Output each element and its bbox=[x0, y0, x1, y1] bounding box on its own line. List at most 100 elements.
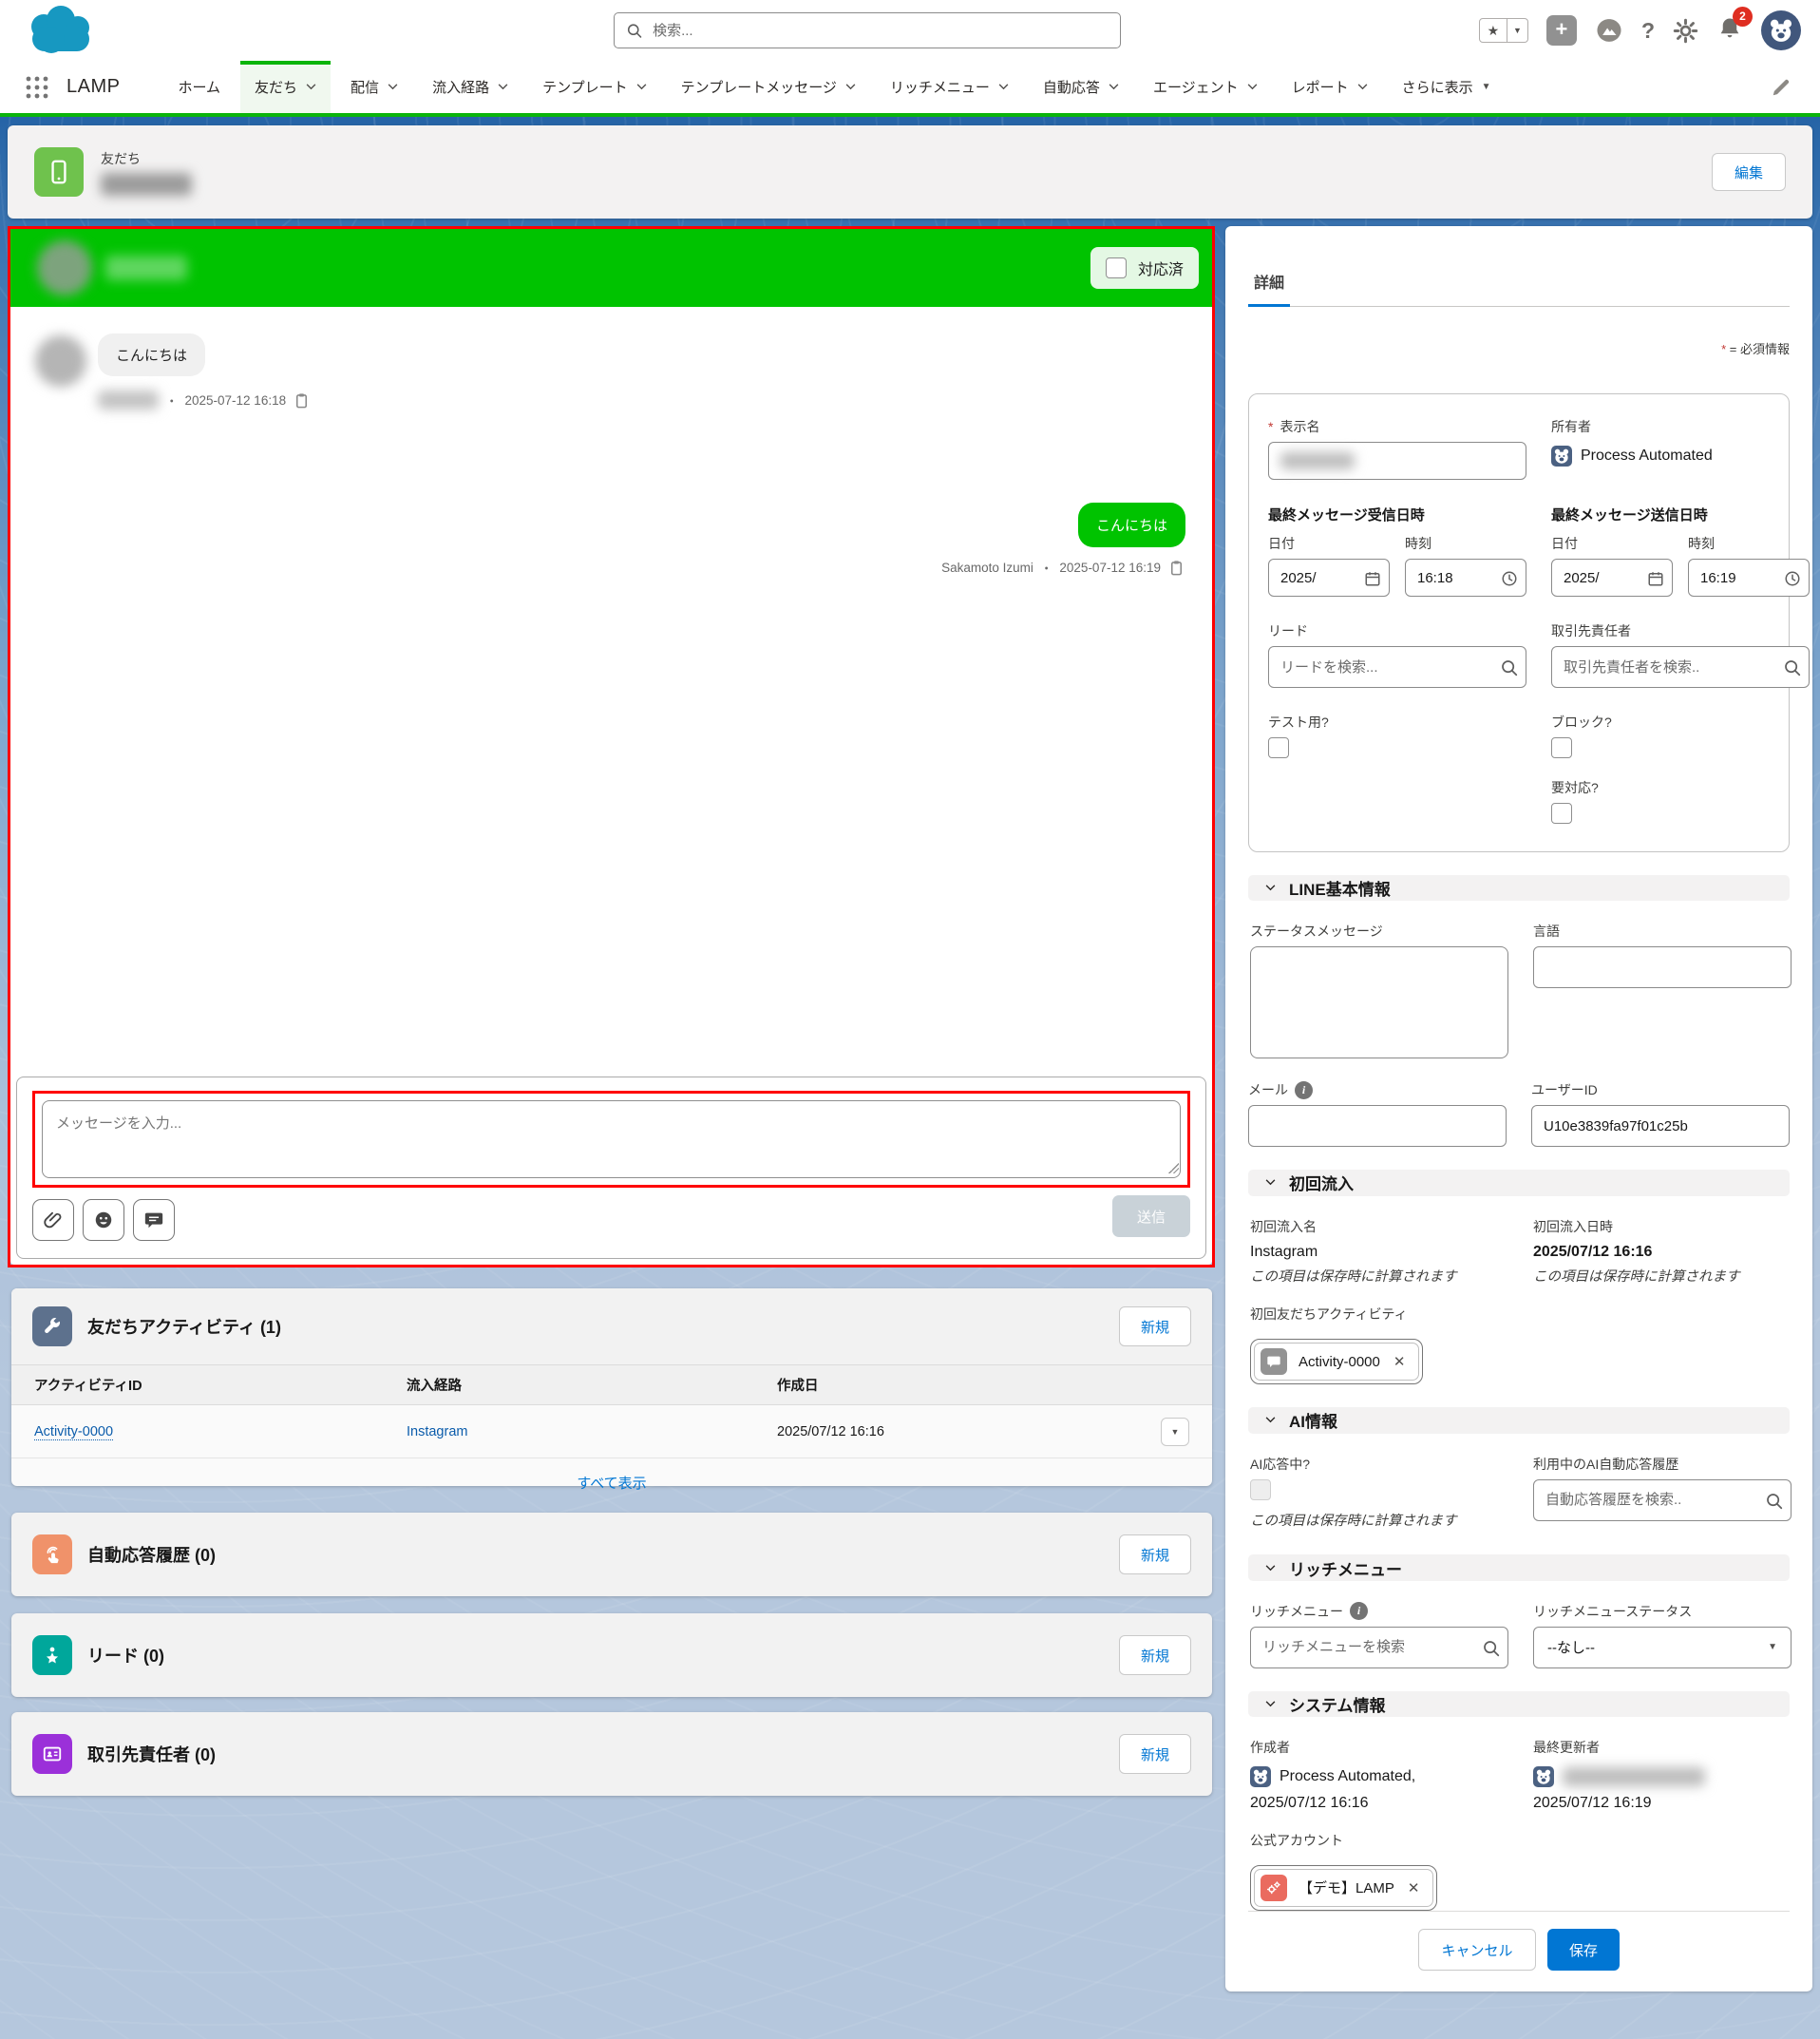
nav-tab-more[interactable]: さらに表示 ▼ bbox=[1388, 61, 1506, 113]
user-id-input[interactable] bbox=[1531, 1105, 1790, 1147]
ai-history-lookup-input[interactable] bbox=[1533, 1479, 1792, 1521]
needs-action-checkbox[interactable] bbox=[1551, 803, 1572, 824]
chevron-down-icon bbox=[1247, 84, 1258, 90]
test-checkbox[interactable] bbox=[1268, 737, 1289, 758]
column-header: アクティビティID bbox=[11, 1365, 384, 1405]
new-auto-reply-button[interactable]: 新規 bbox=[1119, 1534, 1191, 1574]
section-ai-info[interactable]: AI情報 bbox=[1248, 1407, 1790, 1433]
help-icon[interactable]: ? bbox=[1641, 18, 1655, 44]
clipboard-copy-icon[interactable] bbox=[1167, 559, 1185, 577]
info-icon[interactable]: i bbox=[1350, 1602, 1368, 1620]
section-rich-menu[interactable]: リッチメニュー bbox=[1248, 1554, 1790, 1580]
resolved-toggle[interactable]: 対応済 bbox=[1090, 247, 1199, 289]
favorites-combo: ★ ▼ bbox=[1479, 18, 1528, 43]
new-lead-button[interactable]: 新規 bbox=[1119, 1635, 1191, 1675]
block-checkbox[interactable] bbox=[1551, 737, 1572, 758]
ai-responding-label: AI応答中? bbox=[1250, 1455, 1508, 1474]
section-system-info[interactable]: システム情報 bbox=[1248, 1691, 1790, 1717]
created-date-cell: 2025/07/12 16:16 bbox=[754, 1405, 1138, 1458]
save-button[interactable]: 保存 bbox=[1547, 1929, 1620, 1971]
triangle-down-icon: ▼ bbox=[1768, 1642, 1777, 1652]
language-label: 言語 bbox=[1533, 922, 1792, 941]
outgoing-message-bubble: こんにちは bbox=[1078, 503, 1185, 547]
new-contact-button[interactable]: 新規 bbox=[1119, 1734, 1191, 1774]
cancel-button[interactable]: キャンセル bbox=[1418, 1929, 1536, 1971]
edit-button[interactable]: 編集 bbox=[1712, 153, 1786, 191]
nav-tab-rich-menu[interactable]: リッチメニュー bbox=[876, 61, 1023, 113]
emoji-button[interactable] bbox=[83, 1199, 124, 1241]
clock-icon[interactable] bbox=[1501, 570, 1518, 587]
setup-gear-icon[interactable] bbox=[1673, 18, 1698, 44]
remove-chip-icon[interactable]: ✕ bbox=[1406, 1879, 1422, 1896]
nav-tab-report[interactable]: レポート bbox=[1278, 61, 1382, 113]
contact-label: 取引先責任者 bbox=[1551, 621, 1810, 640]
quick-create-icon[interactable]: + bbox=[1546, 15, 1577, 46]
row-actions-button[interactable]: ▼ bbox=[1161, 1418, 1189, 1446]
trailhead-icon[interactable] bbox=[1595, 16, 1623, 45]
section-first-inflow[interactable]: 初回流入 bbox=[1248, 1170, 1790, 1195]
lead-lookup-input[interactable] bbox=[1268, 646, 1526, 688]
nav-tab-delivery[interactable]: 配信 bbox=[336, 61, 412, 113]
resolved-checkbox[interactable] bbox=[1106, 257, 1127, 278]
ai-history-label: 利用中のAI自動応答履歴 bbox=[1533, 1455, 1792, 1474]
nav-tab-friends[interactable]: 友だち bbox=[240, 61, 331, 113]
chat-bubble-lines-icon bbox=[143, 1210, 164, 1230]
user-avatar[interactable] bbox=[1761, 10, 1801, 50]
owner-value[interactable]: Process Automated bbox=[1581, 448, 1713, 465]
email-input[interactable] bbox=[1248, 1105, 1507, 1147]
calendar-icon[interactable] bbox=[1364, 570, 1381, 587]
contact-lookup-input[interactable] bbox=[1551, 646, 1810, 688]
global-search-box[interactable] bbox=[614, 12, 1121, 48]
contact-icon bbox=[32, 1734, 72, 1774]
info-icon[interactable]: i bbox=[1295, 1081, 1313, 1099]
attach-file-button[interactable] bbox=[32, 1199, 74, 1241]
nav-tab-auto-reply[interactable]: 自動応答 bbox=[1029, 61, 1133, 113]
clock-icon[interactable] bbox=[1784, 570, 1801, 587]
template-message-button[interactable] bbox=[133, 1199, 175, 1241]
redacted-updated-by-name bbox=[1563, 1767, 1705, 1786]
inflow-route-link[interactable]: Instagram bbox=[407, 1424, 467, 1439]
notifications-button[interactable]: 2 bbox=[1716, 15, 1743, 47]
message-input[interactable] bbox=[42, 1100, 1181, 1178]
language-input[interactable] bbox=[1533, 946, 1792, 988]
section-line-basic-info[interactable]: LINE基本情報 bbox=[1248, 875, 1790, 901]
nav-tab-template[interactable]: テンプレート bbox=[528, 61, 661, 113]
view-all-link[interactable]: すべて表示 bbox=[11, 1458, 1212, 1507]
global-search-input[interactable] bbox=[651, 22, 1109, 40]
needs-action-label: 要対応? bbox=[1551, 778, 1810, 797]
send-button[interactable]: 送信 bbox=[1112, 1195, 1190, 1237]
record-edit-form: * 表示名 所有者 Process Automated 最終メッセージ受信日時 bbox=[1248, 393, 1790, 852]
ai-responding-checkbox bbox=[1250, 1479, 1271, 1500]
chevron-down-icon bbox=[845, 84, 856, 90]
smartphone-icon bbox=[45, 158, 73, 186]
official-account-chip[interactable]: 【デモ】LAMP ✕ bbox=[1250, 1865, 1437, 1911]
app-launcher-icon[interactable] bbox=[25, 75, 49, 100]
chevron-down-icon bbox=[636, 84, 647, 90]
created-by-value[interactable]: Process Automated, bbox=[1280, 1768, 1415, 1785]
related-list-friend-activity: 友だちアクティビティ (1) 新規 アクティビティID 流入経路 作成日 Act… bbox=[11, 1288, 1212, 1486]
nav-tab-agent[interactable]: エージェント bbox=[1139, 61, 1272, 113]
calendar-icon[interactable] bbox=[1647, 570, 1664, 587]
status-message-textarea[interactable] bbox=[1250, 946, 1508, 1058]
required-note: * = 必須情報 bbox=[1248, 339, 1790, 357]
resize-handle[interactable] bbox=[1168, 1163, 1179, 1173]
clipboard-copy-icon[interactable] bbox=[293, 391, 311, 410]
edit-nav-pencil-icon[interactable] bbox=[1771, 77, 1792, 98]
first-activity-chip[interactable]: Activity-0000 ✕ bbox=[1250, 1339, 1423, 1384]
richmenu-lookup-input[interactable] bbox=[1250, 1627, 1508, 1668]
redacted-record-name bbox=[101, 173, 192, 196]
tab-details[interactable]: 詳細 bbox=[1248, 270, 1290, 307]
new-activity-button[interactable]: 新規 bbox=[1119, 1306, 1191, 1346]
richmenu-status-select[interactable]: --なし-- ▼ bbox=[1533, 1627, 1792, 1668]
created-at: 2025/07/12 16:16 bbox=[1250, 1795, 1508, 1812]
related-list-contacts: 取引先責任者 (0) 新規 bbox=[11, 1712, 1212, 1796]
remove-chip-icon[interactable]: ✕ bbox=[1392, 1353, 1408, 1370]
nav-tab-inflow-route[interactable]: 流入経路 bbox=[418, 61, 522, 113]
chevron-down-icon bbox=[306, 84, 316, 90]
display-name-field[interactable] bbox=[1268, 442, 1526, 480]
nav-tab-home[interactable]: ホーム bbox=[163, 61, 235, 113]
nav-tab-template-message[interactable]: テンプレートメッセージ bbox=[667, 61, 870, 113]
favorites-dropdown-icon[interactable]: ▼ bbox=[1507, 18, 1528, 43]
favorites-star-icon[interactable]: ★ bbox=[1479, 18, 1507, 43]
activity-id-link[interactable]: Activity-0000 bbox=[34, 1424, 113, 1440]
